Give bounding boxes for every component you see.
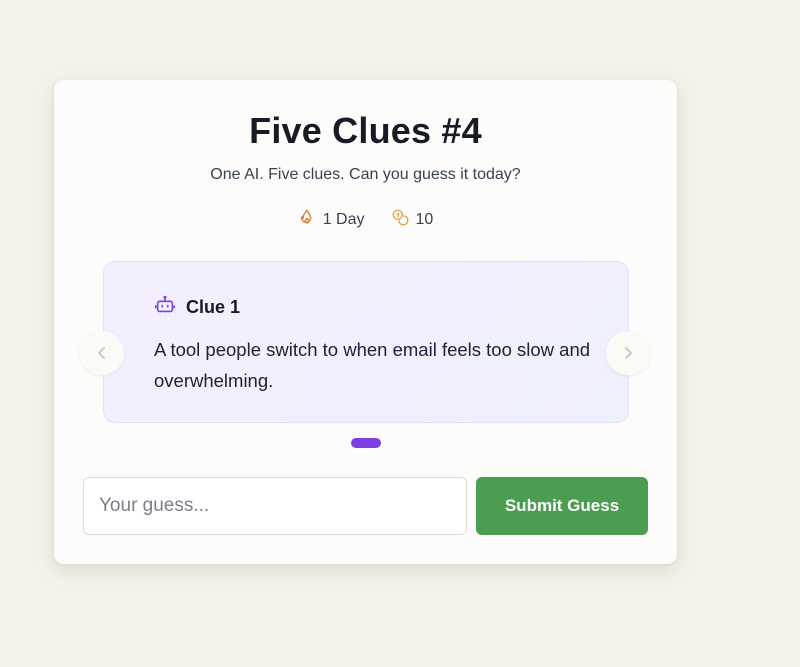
chevron-right-icon [621,340,635,366]
guess-input[interactable] [83,477,467,535]
streak-stat: 1 Day [298,208,365,231]
clue-header: Clue 1 [154,294,240,321]
streak-value: 1 Day [322,210,365,228]
submit-guess-button[interactable]: Submit Guess [476,477,648,535]
carousel-next-button[interactable] [606,331,650,375]
game-card: Five Clues #4 One AI. Five clues. Can yo… [54,80,677,564]
page-subtitle: One AI. Five clues. Can you guess it tod… [210,166,521,183]
carousel-dots [54,438,677,448]
coins-icon [391,208,409,231]
coins-value: 10 [415,210,434,228]
coins-stat: 10 [391,208,434,231]
clue-label: Clue 1 [186,297,241,317]
page-title: Five Clues #4 [249,110,482,151]
carousel-prev-button[interactable] [80,331,124,375]
flame-icon [298,208,316,231]
carousel-dot-active[interactable] [350,438,381,448]
clue-card: Clue 1 A tool people switch to when emai… [103,261,629,423]
chevron-left-icon [95,340,109,366]
robot-icon [154,294,176,321]
clue-text: A tool people switch to when email feels… [154,339,591,391]
stats-row: 1 Day 10 [54,208,677,231]
